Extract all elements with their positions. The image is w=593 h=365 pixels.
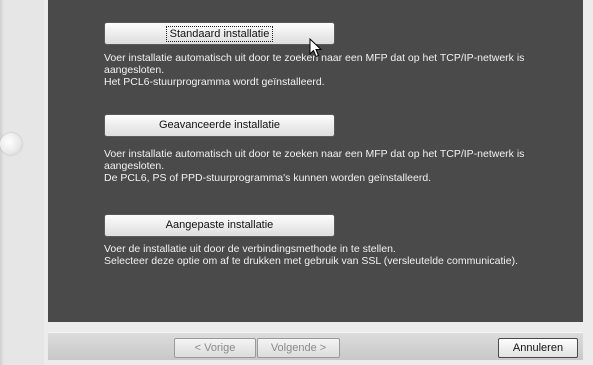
custom-install-button[interactable]: Aangepaste installatie: [104, 214, 335, 237]
description-line: aangesloten.: [104, 160, 165, 172]
cancel-button[interactable]: Annuleren: [498, 338, 578, 358]
advanced-install-button[interactable]: Geavanceerde installatie: [104, 114, 335, 137]
description-line: Voer de installatie uit door de verbindi…: [104, 243, 396, 255]
next-button[interactable]: Volgende >: [257, 338, 340, 358]
description-line: aangesloten.: [104, 64, 165, 76]
description-line: Selecteer deze optie om af te drukken me…: [104, 255, 518, 267]
mouse-pointer-icon: [309, 38, 323, 58]
standard-install-label: Standaard installatie: [165, 26, 274, 42]
left-decorative-strip: [0, 0, 44, 365]
advanced-install-description: Voer installatie automatisch uit door te…: [104, 148, 574, 184]
description-line: Voer installatie automatisch uit door te…: [104, 148, 525, 160]
custom-install-label: Aangepaste installatie: [165, 219, 274, 231]
standard-install-description: Voer installatie automatisch uit door te…: [104, 52, 574, 88]
advanced-install-label: Geavanceerde installatie: [158, 119, 281, 131]
installer-window: Standaard installatie Voer installatie a…: [0, 0, 593, 365]
standard-install-button[interactable]: Standaard installatie: [104, 22, 335, 45]
description-line: Voer installatie automatisch uit door te…: [104, 52, 525, 64]
description-line: Het PCL6-stuurprogramma wordt geïnstalle…: [104, 76, 325, 88]
decorative-knob: [0, 133, 22, 155]
back-button[interactable]: < Vorige: [174, 338, 256, 358]
description-line: De PCL6, PS of PPD-stuurprogramma's kunn…: [104, 172, 432, 184]
custom-install-description: Voer de installatie uit door de verbindi…: [104, 243, 574, 267]
